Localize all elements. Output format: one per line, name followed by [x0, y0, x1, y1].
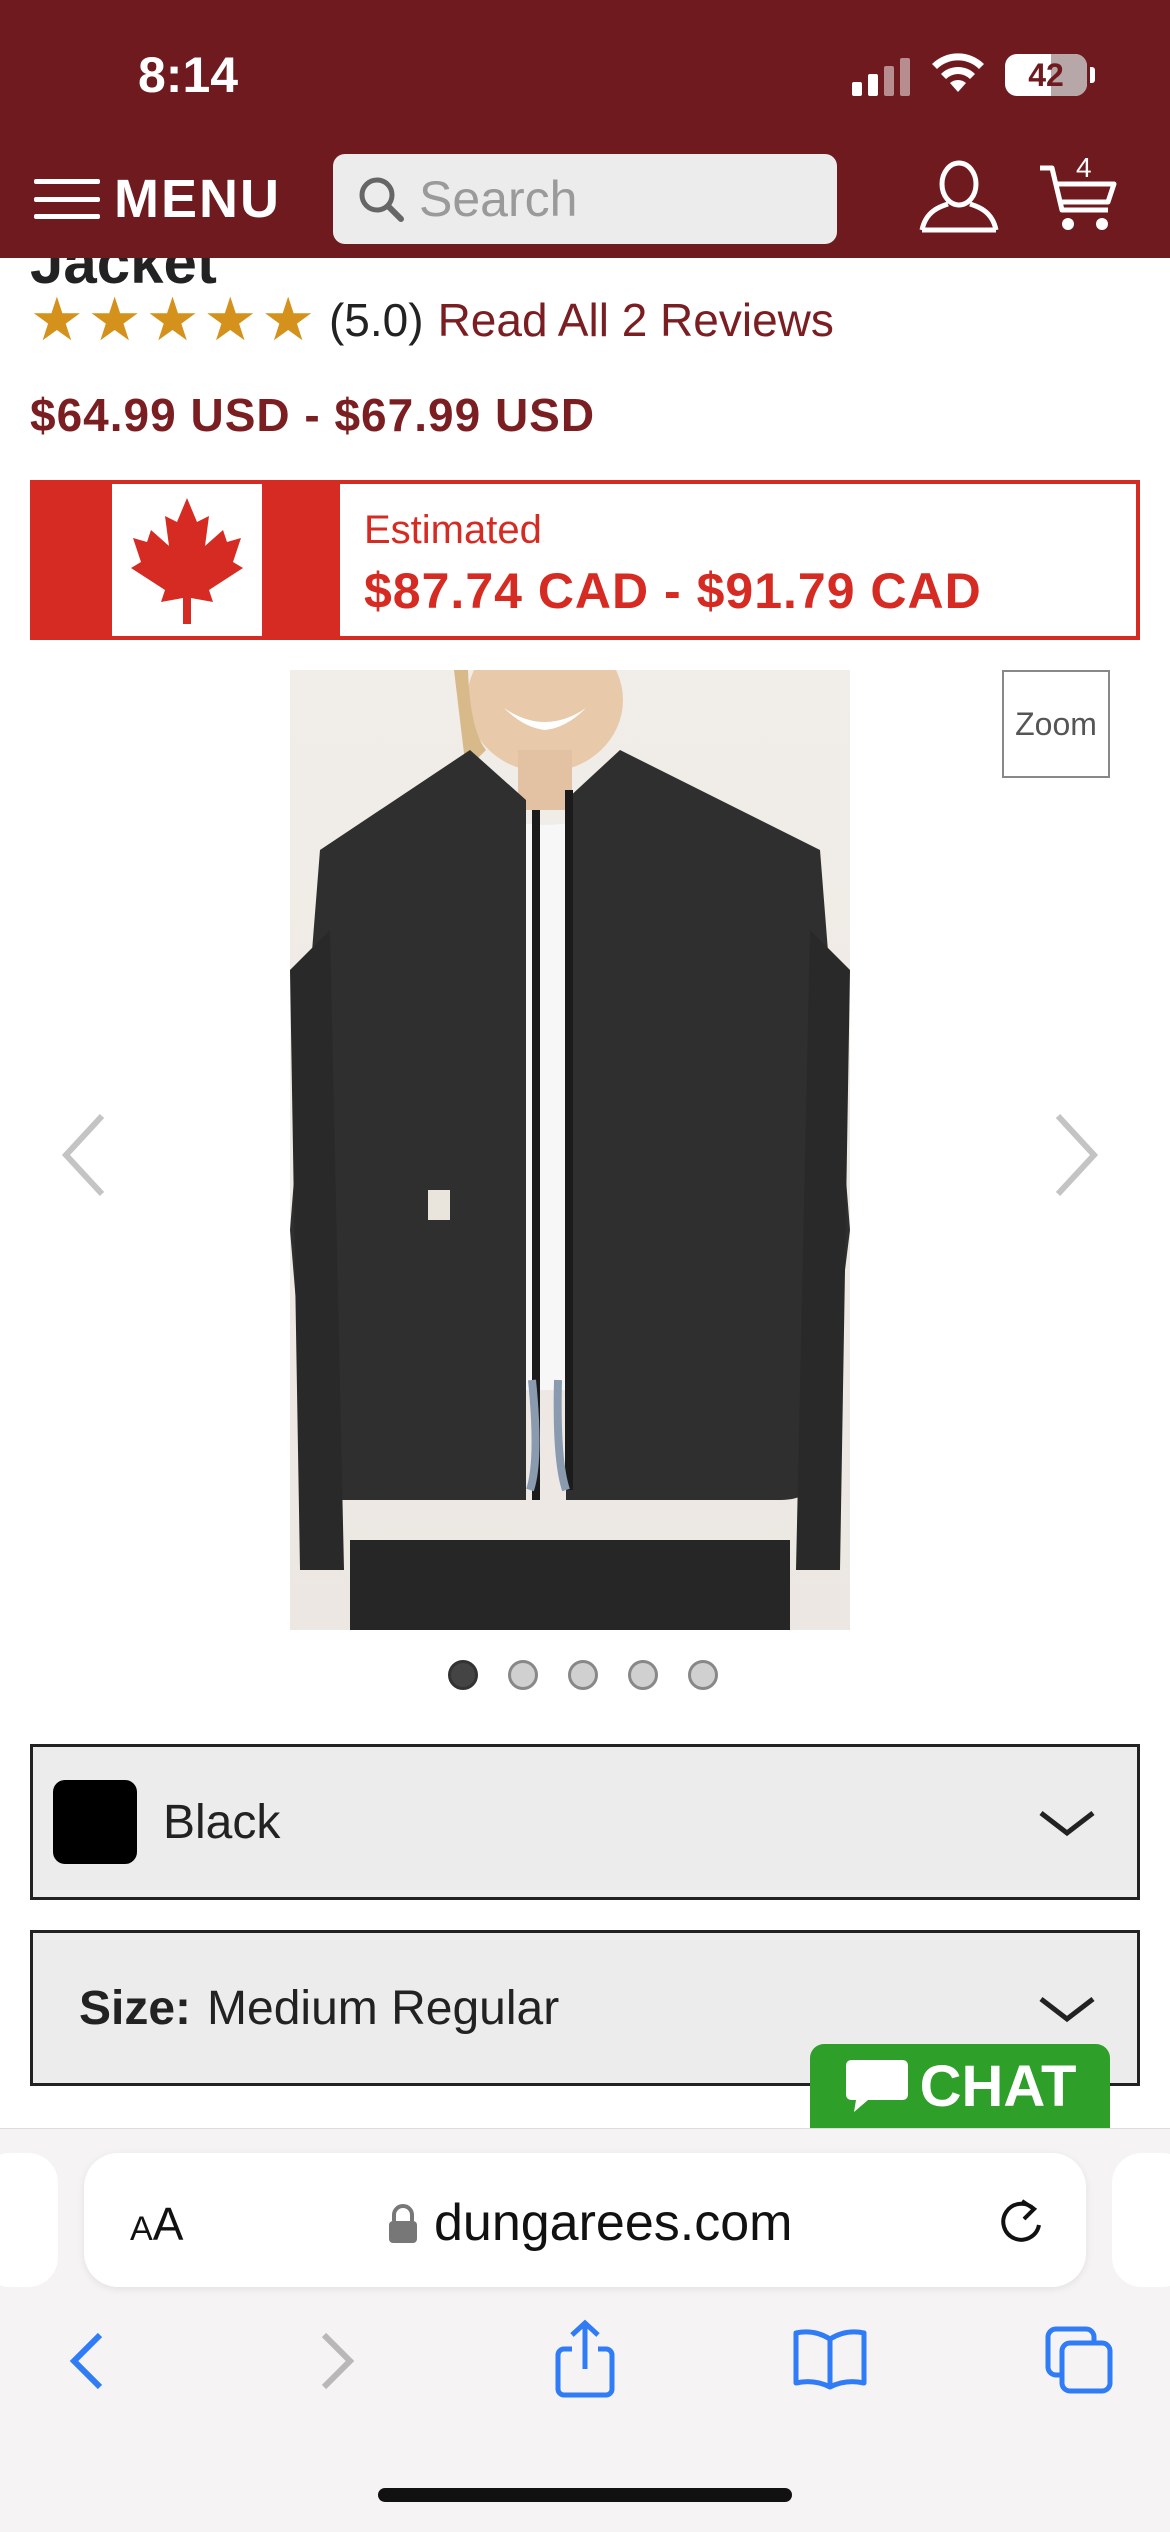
star-icon: ★ [30, 286, 84, 353]
tabs-icon[interactable] [1044, 2325, 1114, 2395]
price-cad: $87.74 CAD - $91.79 CAD [364, 563, 982, 619]
previous-tab-preview[interactable] [0, 2153, 58, 2287]
chevron-down-icon [1039, 1997, 1095, 2023]
chevron-right-icon[interactable] [1052, 1110, 1100, 1200]
size-label: Size: [79, 1981, 192, 2035]
search-input[interactable]: Search [333, 154, 837, 244]
account-icon[interactable] [918, 160, 1000, 234]
chevron-left-icon[interactable] [60, 1110, 108, 1200]
reload-icon[interactable] [996, 2195, 1046, 2249]
address-bar[interactable]: AA dungarees.com [84, 2153, 1086, 2287]
url-text: dungarees.com [434, 2194, 793, 2252]
star-icon: ★ [145, 286, 200, 353]
estimate-label: Estimated [364, 508, 542, 552]
search-icon [359, 177, 404, 222]
image-pagination [448, 1660, 718, 1690]
color-select[interactable]: Black [30, 1744, 1140, 1900]
zoom-button[interactable]: Zoom [1002, 670, 1110, 778]
lock-icon [389, 2204, 417, 2243]
price-usd: $64.99 USD - $67.99 USD [30, 389, 596, 441]
cellular-signal-icon [852, 58, 910, 96]
menu-button[interactable]: MENU [34, 168, 281, 230]
pagination-dot[interactable] [568, 1660, 598, 1690]
status-time: 8:14 [138, 47, 239, 103]
star-rating: ★ ★ ★ ★ ★ [30, 290, 315, 350]
product-image[interactable] [290, 670, 850, 1630]
site-header: 8:14 42 MENU Search 4 [0, 0, 1170, 258]
chat-label: CHAT [919, 2053, 1077, 2119]
bookmarks-icon[interactable] [792, 2327, 868, 2391]
star-icon: ★ [261, 286, 315, 353]
browser-toolbar: AA dungarees.com [0, 2128, 1170, 2532]
back-icon[interactable] [66, 2329, 106, 2393]
size-value: Medium Regular [207, 1981, 560, 2035]
battery-indicator: 42 [1005, 54, 1095, 96]
home-indicator [378, 2488, 792, 2502]
pagination-dot[interactable] [688, 1660, 718, 1690]
pagination-dot[interactable] [628, 1660, 658, 1690]
star-icon: ★ [203, 286, 258, 353]
chat-button[interactable]: CHAT [810, 2044, 1110, 2128]
pagination-dot[interactable] [448, 1660, 478, 1690]
battery-level: 42 [1028, 57, 1064, 93]
wifi-icon [932, 53, 984, 92]
color-value: Black [163, 1795, 281, 1849]
read-reviews-link[interactable]: Read All 2 Reviews [438, 293, 834, 347]
color-swatch [53, 1780, 137, 1864]
menu-label: MENU [114, 169, 281, 229]
chat-bubble-icon [845, 2060, 908, 2112]
star-icon: ★ [87, 286, 142, 353]
rating-row: ★ ★ ★ ★ ★ (5.0) Read All 2 Reviews [30, 290, 834, 350]
forward-icon[interactable] [318, 2329, 358, 2393]
search-placeholder: Search [419, 171, 578, 227]
reader-settings-button[interactable]: AA [130, 2197, 183, 2251]
cad-estimate-banner: Estimated $87.74 CAD - $91.79 CAD [30, 480, 1140, 640]
rating-value: (5.0) [328, 294, 424, 346]
cart-count-badge: 4 [1076, 152, 1092, 183]
pagination-dot[interactable] [508, 1660, 538, 1690]
canada-flag-icon [34, 484, 340, 636]
hamburger-icon [34, 179, 100, 219]
chevron-down-icon [1039, 1811, 1095, 1837]
next-tab-preview[interactable] [1112, 2153, 1170, 2287]
share-icon[interactable] [552, 2319, 618, 2399]
